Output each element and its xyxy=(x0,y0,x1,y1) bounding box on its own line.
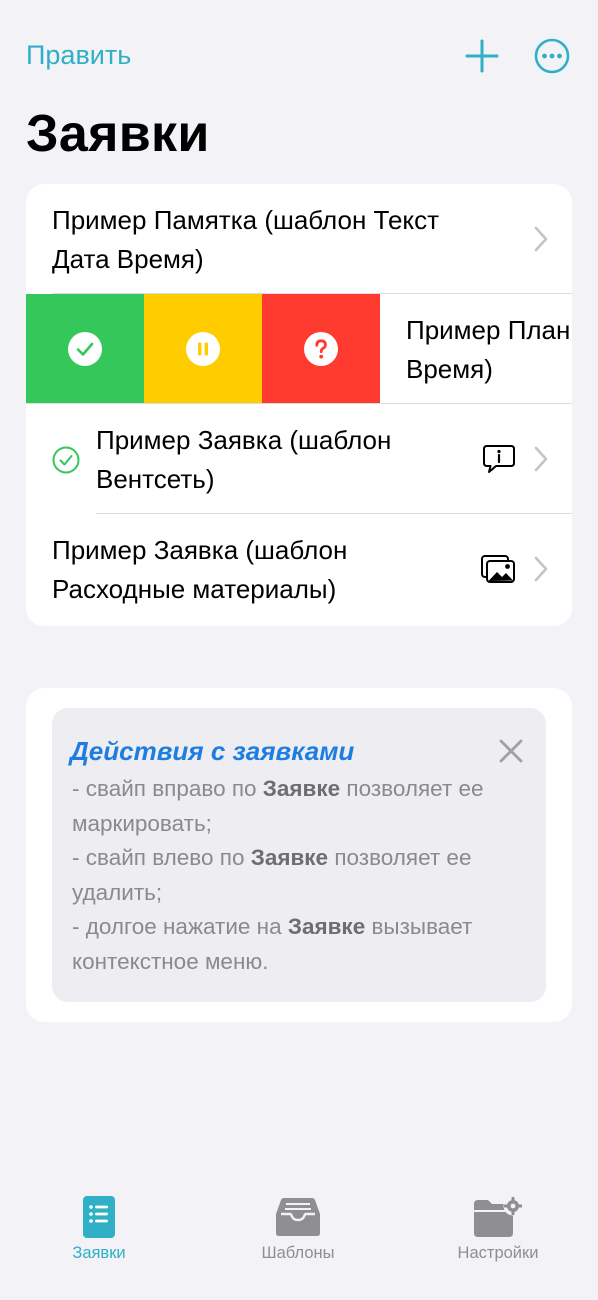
chevron-right-icon xyxy=(534,226,548,252)
done-status-icon xyxy=(52,446,80,474)
list-item[interactable]: Пример Заявка (шаблон Вентсеть) xyxy=(26,404,572,514)
folder-gear-icon xyxy=(474,1196,523,1237)
list-item[interactable]: Пример Памятка (шаблон Текст Дата Время) xyxy=(26,184,572,294)
mark-done-action[interactable] xyxy=(26,294,144,404)
action-circle xyxy=(68,332,102,366)
pause-icon xyxy=(198,342,208,356)
info-bubble-icon xyxy=(483,445,515,473)
tips-title: Действия с заявками xyxy=(70,736,355,766)
checkmark-icon xyxy=(76,342,94,356)
add-button[interactable] xyxy=(464,38,500,74)
tab-bar: Заявки Шаблоны Настройки xyxy=(0,1180,598,1300)
list-item-swiped[interactable]: Пример План Время) xyxy=(26,294,572,404)
plus-icon xyxy=(465,39,499,73)
tab-label: Настройки xyxy=(457,1244,539,1262)
action-circle xyxy=(186,332,220,366)
page-title: Заявки xyxy=(26,105,210,163)
list-item[interactable]: Пример Заявка (шаблон Расходные материал… xyxy=(26,514,572,624)
edit-button[interactable]: Править xyxy=(26,40,131,71)
item-title-line2: Расходные материалы) xyxy=(52,574,337,604)
item-title-line1: Пример Заявка (шаблон xyxy=(96,425,392,455)
tip-line: - долгое нажатие на Заявке вызывает конт… xyxy=(72,914,473,974)
tray-icon xyxy=(276,1198,320,1236)
mark-question-action[interactable] xyxy=(262,294,380,404)
tab-label: Шаблоны xyxy=(261,1244,335,1262)
chevron-right-icon xyxy=(534,446,548,472)
tab-settings[interactable]: Настройки xyxy=(418,1180,578,1263)
action-circle xyxy=(304,332,338,366)
close-icon[interactable] xyxy=(498,738,524,764)
item-title-line1: Пример План xyxy=(406,315,571,345)
mark-pause-action[interactable] xyxy=(144,294,262,404)
requests-list: Пример Памятка (шаблон Текст Дата Время) xyxy=(26,184,572,626)
tip-line: - свайп влево по Заявке позволяет ее уда… xyxy=(72,845,472,905)
item-title-line1: Пример Памятка (шаблон Текст xyxy=(52,205,439,235)
item-title-line2: Дата Время) xyxy=(52,244,204,274)
item-title-line2: Время) xyxy=(406,354,493,384)
photos-icon xyxy=(481,555,515,583)
list-icon xyxy=(83,1196,115,1238)
more-button[interactable] xyxy=(534,38,570,74)
tips-card: Действия с заявками - свайп вправо по За… xyxy=(26,688,572,1022)
tips-text: - свайп вправо по Заявке позволяет ее ма… xyxy=(72,772,532,979)
tab-label: Заявки xyxy=(72,1244,126,1262)
item-title-line2: Вентсеть) xyxy=(96,464,215,494)
tips-panel: Действия с заявками - свайп вправо по За… xyxy=(52,708,546,1002)
chevron-right-icon xyxy=(534,556,548,582)
more-icon xyxy=(534,38,570,74)
tab-requests[interactable]: Заявки xyxy=(19,1180,179,1263)
tab-templates[interactable]: Шаблоны xyxy=(218,1180,378,1263)
tip-line: - свайп вправо по Заявке позволяет ее ма… xyxy=(72,776,484,836)
question-icon xyxy=(315,339,327,359)
item-title-line1: Пример Заявка (шаблон xyxy=(52,535,348,565)
